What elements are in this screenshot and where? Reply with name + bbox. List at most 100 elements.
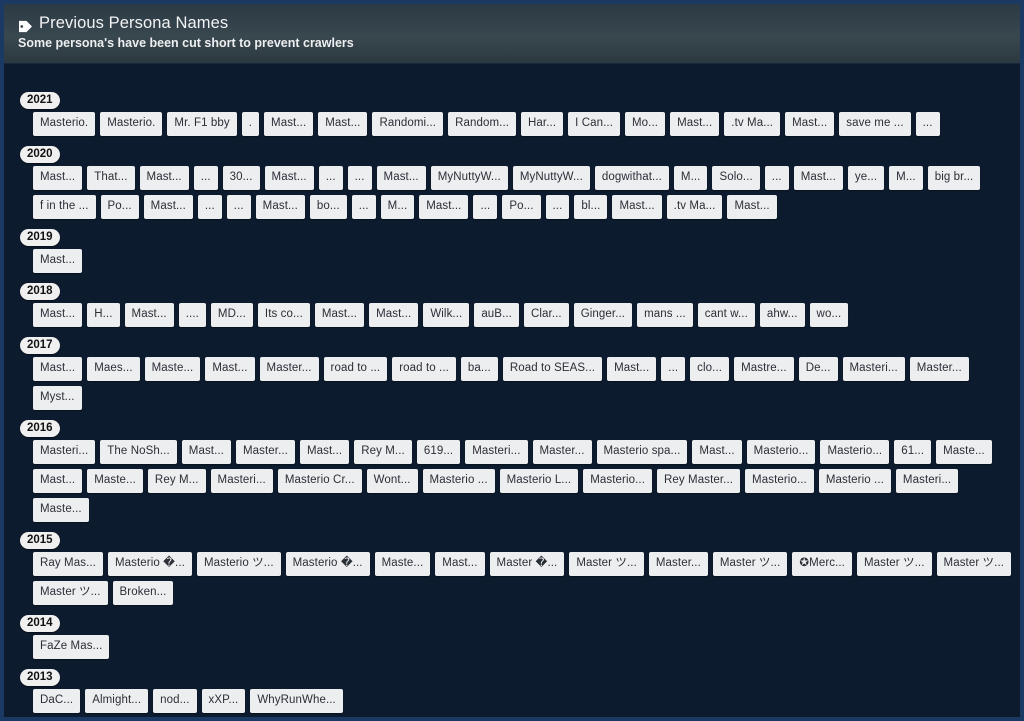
persona-name-chip[interactable]: Mast... [299,440,350,464]
persona-name-chip[interactable]: Mast... [612,195,662,219]
persona-name-chip[interactable]: Mast... [607,357,657,381]
persona-name-chip[interactable]: Mast... [264,166,314,190]
persona-name-chip[interactable]: Masterio ツ... [196,552,281,576]
persona-name-chip[interactable]: dogwithat... [594,166,669,190]
persona-name-chip[interactable]: 61... [894,440,932,464]
persona-name-chip[interactable]: ... [347,166,372,190]
persona-name-chip[interactable]: Road to SEAS... [502,357,603,381]
persona-name-chip[interactable]: I Can... [568,112,620,136]
persona-name-chip[interactable]: 30... [222,166,260,190]
persona-name-chip[interactable]: Masteri... [210,469,273,493]
persona-name-chip[interactable]: bo... [309,195,347,219]
persona-name-chip[interactable]: mans ... [637,303,693,327]
persona-name-chip[interactable]: ... [545,195,570,219]
persona-name-chip[interactable]: Masterio L... [499,469,579,493]
persona-name-chip[interactable]: MyNuttyW... [430,166,508,190]
persona-name-chip[interactable]: Master... [909,357,969,381]
persona-name-chip[interactable]: ... [473,195,498,219]
persona-name-chip[interactable]: Masteri... [895,469,959,493]
persona-name-chip[interactable]: Masterio. [33,112,96,136]
persona-name-chip[interactable]: Randomi... [372,112,444,136]
persona-name-chip[interactable]: Maste... [87,469,143,493]
persona-name-chip[interactable]: Masterio... [746,440,816,464]
persona-name-chip[interactable]: Mast... [727,195,777,219]
persona-name-chip[interactable]: Mast... [124,303,174,327]
persona-name-chip[interactable]: Masterio ... [818,469,891,493]
persona-name-chip[interactable]: Solo... [712,166,760,190]
persona-name-chip[interactable]: Mast... [314,303,365,327]
persona-name-chip[interactable]: ... [764,166,789,190]
persona-name-chip[interactable]: Maste... [33,498,89,522]
persona-name-chip[interactable]: ... [197,195,222,219]
persona-name-chip[interactable]: ... [193,166,218,190]
persona-name-chip[interactable]: Master... [532,440,592,464]
persona-name-chip[interactable]: Mast... [670,112,720,136]
persona-name-chip[interactable]: ... [915,112,940,136]
persona-name-chip[interactable]: Mast... [33,249,83,273]
persona-name-chip[interactable]: MD... [210,303,253,327]
persona-name-chip[interactable]: Master �... [489,552,565,576]
persona-name-chip[interactable]: .tv Ma... [666,195,723,219]
persona-name-chip[interactable]: ✪Merc... [792,552,852,576]
persona-name-chip[interactable]: ... [351,195,376,219]
persona-name-chip[interactable]: ... [226,195,251,219]
persona-name-chip[interactable]: clo... [690,357,730,381]
persona-name-chip[interactable]: Po... [100,195,139,219]
persona-name-chip[interactable]: Master... [648,552,708,576]
persona-name-chip[interactable]: Almight... [85,689,149,713]
persona-name-chip[interactable]: f in the ... [33,195,96,219]
persona-name-chip[interactable]: FaZe Mas... [33,635,110,659]
persona-name-chip[interactable]: Mast... [435,552,485,576]
persona-name-chip[interactable]: MyNuttyW... [512,166,590,190]
persona-name-chip[interactable]: Rey M... [354,440,412,464]
persona-name-chip[interactable]: Master ツ... [712,552,788,576]
persona-name-chip[interactable]: .tv Ma... [724,112,781,136]
persona-name-chip[interactable]: Mast... [143,195,193,219]
persona-name-chip[interactable]: Wilk... [423,303,470,327]
persona-name-chip[interactable]: Mastre... [734,357,794,381]
persona-name-chip[interactable]: auB... [474,303,519,327]
persona-name-chip[interactable]: DaC... [33,689,81,713]
persona-name-chip[interactable]: Master... [235,440,295,464]
persona-name-chip[interactable]: De... [798,357,838,381]
persona-name-chip[interactable]: ye... [847,166,885,190]
persona-name-chip[interactable]: Mo... [625,112,666,136]
persona-name-chip[interactable]: Mr. F1 bby [167,112,237,136]
persona-name-chip[interactable]: Masterio ... [422,469,495,493]
persona-name-chip[interactable]: Mast... [33,357,83,381]
persona-name-chip[interactable]: Po... [502,195,541,219]
persona-name-chip[interactable]: Clar... [523,303,569,327]
persona-name-chip[interactable]: Rey M... [147,469,206,493]
persona-name-chip[interactable]: Mast... [205,357,255,381]
persona-name-chip[interactable]: Myst... [33,386,82,410]
persona-name-chip[interactable]: Mast... [419,195,469,219]
persona-name-chip[interactable]: road to ... [323,357,388,381]
persona-name-chip[interactable]: M... [673,166,708,190]
persona-name-chip[interactable]: cant w... [697,303,755,327]
persona-name-chip[interactable]: M... [380,195,415,219]
persona-name-chip[interactable]: ahw... [759,303,805,327]
persona-name-chip[interactable]: nod... [153,689,197,713]
persona-name-chip[interactable]: Masterio... [820,440,890,464]
persona-name-chip[interactable]: Master ツ... [936,552,1012,576]
persona-name-chip[interactable]: ba... [460,357,498,381]
persona-name-chip[interactable]: ... [318,166,343,190]
persona-name-chip[interactable]: Masterio �... [285,552,370,576]
persona-name-chip[interactable]: Mast... [376,166,426,190]
persona-name-chip[interactable]: Mast... [139,166,189,190]
persona-name-chip[interactable]: Its co... [257,303,310,327]
persona-name-chip[interactable]: ... [661,357,686,381]
persona-name-chip[interactable]: H... [87,303,120,327]
persona-name-chip[interactable]: Master ツ... [569,552,644,576]
persona-name-chip[interactable]: Random... [448,112,517,136]
persona-name-chip[interactable]: Mast... [785,112,835,136]
persona-name-chip[interactable]: Master ツ... [856,552,932,576]
persona-name-chip[interactable]: Mast... [33,166,83,190]
persona-name-chip[interactable]: Master... [259,357,319,381]
persona-name-chip[interactable]: Mast... [692,440,742,464]
persona-name-chip[interactable]: Maste... [936,440,992,464]
persona-name-chip[interactable]: Mast... [181,440,231,464]
persona-name-chip[interactable]: Mast... [369,303,419,327]
persona-name-chip[interactable]: That... [87,166,135,190]
persona-name-chip[interactable]: big br... [927,166,981,190]
